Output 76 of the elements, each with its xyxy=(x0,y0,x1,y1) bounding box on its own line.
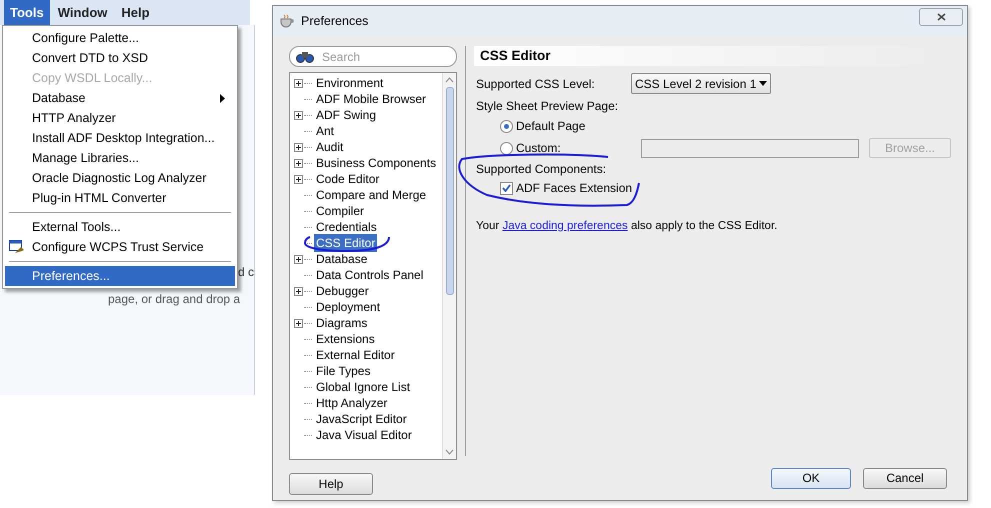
tree-item[interactable]: Audit xyxy=(314,138,346,156)
window-icon xyxy=(9,240,25,255)
scroll-down-icon xyxy=(445,449,454,455)
binoculars-icon xyxy=(296,50,314,62)
tree-item[interactable]: Ant xyxy=(314,122,336,140)
cancel-button[interactable]: Cancel xyxy=(863,468,947,488)
tree-item[interactable]: Java Visual Editor xyxy=(314,426,414,444)
menu-item[interactable]: Install ADF Desktop Integration... xyxy=(5,128,235,148)
note-text: Your Java coding preferences also apply to the CSS Editor. xyxy=(475,219,778,234)
checkbox-label[interactable]: ADF Faces Extension xyxy=(516,179,632,197)
menu-bar-item[interactable]: Help xyxy=(115,0,156,26)
menu-item[interactable]: Manage Libraries... xyxy=(5,148,235,168)
dropdown-caret-icon xyxy=(759,81,768,86)
tree-item[interactable]: External Editor xyxy=(314,346,397,364)
custom-page-field[interactable] xyxy=(641,138,859,158)
tree-item[interactable]: JavaScript Editor xyxy=(314,410,409,428)
expand-icon[interactable] xyxy=(294,286,303,296)
tree-item[interactable]: Extensions xyxy=(314,330,377,348)
cup-icon xyxy=(279,14,295,28)
expand-icon[interactable] xyxy=(294,78,303,88)
search-input[interactable]: Search xyxy=(322,48,422,66)
menu-item[interactable]: Preferences... xyxy=(5,266,235,286)
menu-item[interactable]: Convert DTD to XSD xyxy=(5,48,235,68)
tree-item[interactable]: Database xyxy=(314,250,370,268)
expand-icon[interactable] xyxy=(294,142,303,152)
menu-item[interactable]: Oracle Diagnostic Log Analyzer xyxy=(5,168,235,188)
radio-button[interactable] xyxy=(500,120,513,132)
window-title: Preferences xyxy=(301,12,368,30)
tree-item[interactable]: Debugger xyxy=(314,282,371,300)
field-label: Supported Components: xyxy=(475,161,608,178)
expand-icon[interactable] xyxy=(294,158,303,168)
checkbox[interactable] xyxy=(500,182,513,194)
radio-label[interactable]: Custom: xyxy=(516,139,641,157)
java-coding-preferences-link[interactable]: Java coding preferences xyxy=(502,220,628,232)
tree-item[interactable]: ADF Swing xyxy=(314,106,378,124)
tree-item[interactable]: Http Analyzer xyxy=(314,394,390,412)
submenu-arrow-icon xyxy=(220,94,225,103)
radio-label[interactable]: Default Page xyxy=(516,117,641,135)
background-text: d c xyxy=(238,264,254,281)
menu-item[interactable]: External Tools... xyxy=(5,217,235,237)
expand-icon[interactable] xyxy=(294,318,303,328)
field-label: Supported CSS Level: xyxy=(476,76,596,92)
tree-item[interactable]: Diagrams xyxy=(314,314,370,332)
tree-item[interactable]: Deployment xyxy=(314,298,382,316)
ok-button[interactable]: OK xyxy=(771,468,851,488)
expand-icon[interactable] xyxy=(294,110,303,120)
menu-item[interactable]: Plug-in HTML Converter xyxy=(5,188,235,208)
tree-item[interactable]: Compare and Merge xyxy=(314,186,428,204)
tree-item[interactable]: Compiler xyxy=(314,202,366,220)
menu-item[interactable]: HTTP Analyzer xyxy=(5,108,235,128)
scrollbar[interactable] xyxy=(442,73,456,459)
tree-item[interactable]: Data Controls Panel xyxy=(314,266,426,284)
menu-item[interactable]: Configure Palette... xyxy=(5,28,235,48)
menu-bar-item[interactable]: Tools xyxy=(4,0,50,26)
tree-item[interactable]: File Types xyxy=(314,362,372,380)
css-level-dropdown[interactable]: CSS Level 2 revision 1 xyxy=(631,73,772,94)
tree-item[interactable]: Environment xyxy=(314,74,386,92)
tree-item[interactable]: Code Editor xyxy=(314,170,382,188)
panel-heading: CSS Editor xyxy=(480,46,551,65)
background-text: page, or drag and drop a xyxy=(108,291,240,308)
scroll-up-icon xyxy=(445,77,454,83)
help-button[interactable]: Help xyxy=(289,473,373,495)
tree-item[interactable]: Business Components xyxy=(314,154,438,172)
close-icon xyxy=(936,13,946,21)
tree-item[interactable]: ADF Mobile Browser xyxy=(314,90,428,108)
expand-icon[interactable] xyxy=(294,254,303,264)
close-button[interactable] xyxy=(919,8,963,26)
expand-icon[interactable] xyxy=(294,174,303,184)
search-field[interactable]: Search xyxy=(289,46,457,67)
tree-item[interactable]: Global Ignore List xyxy=(314,378,412,396)
menu-item[interactable]: Configure WCPS Trust Service xyxy=(5,237,235,257)
radio-button[interactable] xyxy=(500,142,513,154)
menu-item[interactable]: Database xyxy=(5,88,235,108)
tree-item[interactable]: Credentials xyxy=(314,218,379,236)
field-label: Style Sheet Preview Page: xyxy=(475,98,620,115)
menu-bar-item[interactable]: Window xyxy=(52,0,114,26)
